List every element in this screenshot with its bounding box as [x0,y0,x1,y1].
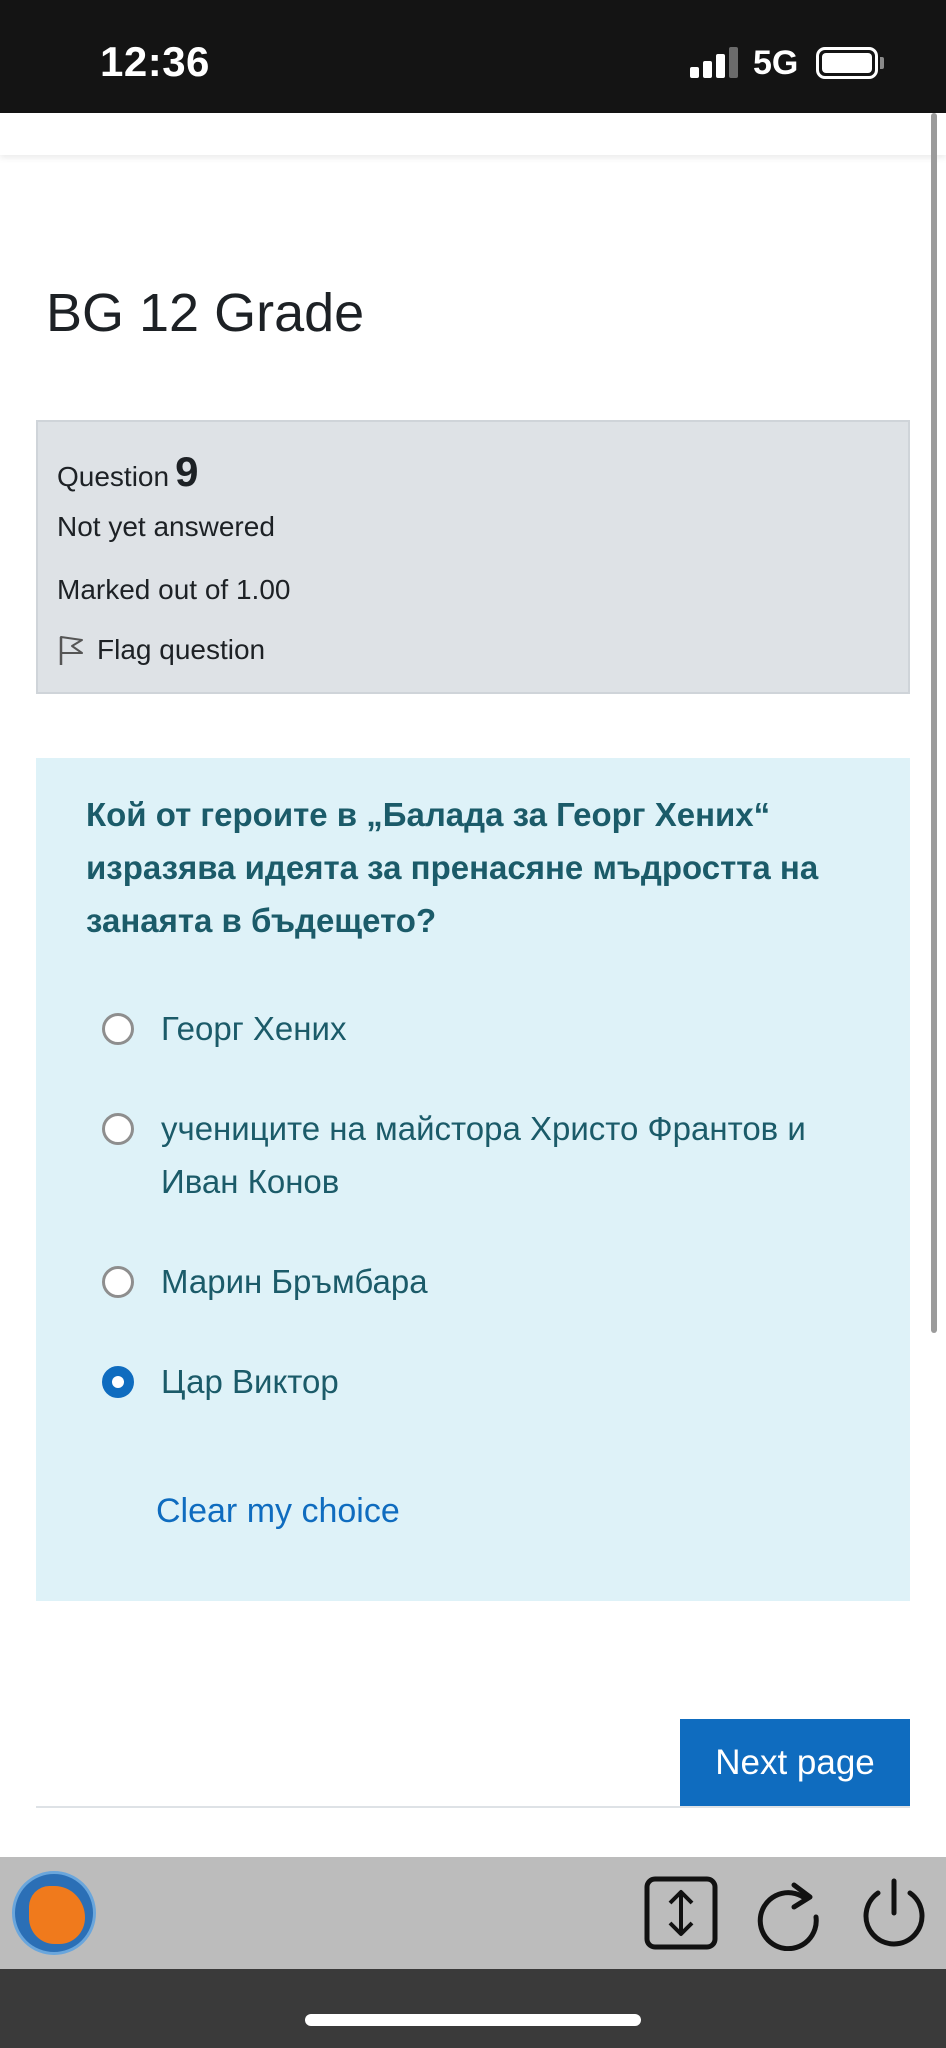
question-number: Question 9 [57,448,198,496]
question-label: Question [57,461,170,492]
reload-icon[interactable] [750,1875,826,1951]
question-text: Кой от героите в „Балада за Георг Хених“… [86,796,819,939]
question-state: Not yet answered [57,511,275,542]
flag-icon [59,636,83,665]
answer-option-label: Цар Виктор [161,1363,339,1400]
answer-option[interactable]: Цар Виктор [102,1355,861,1408]
network-type: 5G [753,44,799,82]
divider [36,1806,910,1808]
question-info-box: Question 9 Not yet answered Marked out of… [36,420,910,694]
radio-button[interactable] [102,1366,134,1398]
home-indicator[interactable] [305,2014,641,2026]
answer-option[interactable]: Марин Бръмбара [102,1255,861,1308]
scroll-toggle-icon[interactable] [643,1875,719,1951]
radio-button[interactable] [102,1113,134,1145]
question-grade: Marked out of 1.00 [57,574,291,605]
signal-strength-icon [690,46,740,78]
power-icon[interactable] [856,1875,932,1951]
radio-button[interactable] [102,1266,134,1298]
next-page-button[interactable]: Next page [680,1719,910,1806]
clear-choice-link[interactable]: Clear my choice [156,1492,400,1531]
status-bar: 12:36 5G [0,0,946,113]
app-logo-icon[interactable] [12,1871,96,1955]
screen: 12:36 5G BG 12 Grade Question 9 Not yet a… [0,0,946,2048]
bottom-toolbar [0,1857,946,1969]
radio-button[interactable] [102,1013,134,1045]
flag-question-link[interactable]: Flag question [57,634,265,666]
answer-option[interactable]: учениците на майстора Христо Франтов и И… [102,1102,861,1208]
question-content: Кой от героите в „Балада за Георг Хених“… [36,758,910,1601]
answer-option[interactable]: Георг Хених [102,1002,861,1055]
answer-option-label: Георг Хених [161,1010,347,1047]
app-logo-mark [29,1886,85,1944]
page-header-strip [0,113,946,155]
page-scrollbar[interactable] [931,113,937,1333]
flag-question-label: Flag question [97,634,266,665]
answer-option-label: учениците на майстора Христо Франтов и И… [161,1110,806,1200]
question-number-value: 9 [175,448,199,495]
home-bar [0,1969,946,2048]
status-time: 12:36 [100,38,210,85]
battery-icon [816,47,878,79]
answer-option-label: Марин Бръмбара [161,1263,428,1300]
page-title: BG 12 Grade [46,283,365,343]
battery-tip [880,57,884,69]
